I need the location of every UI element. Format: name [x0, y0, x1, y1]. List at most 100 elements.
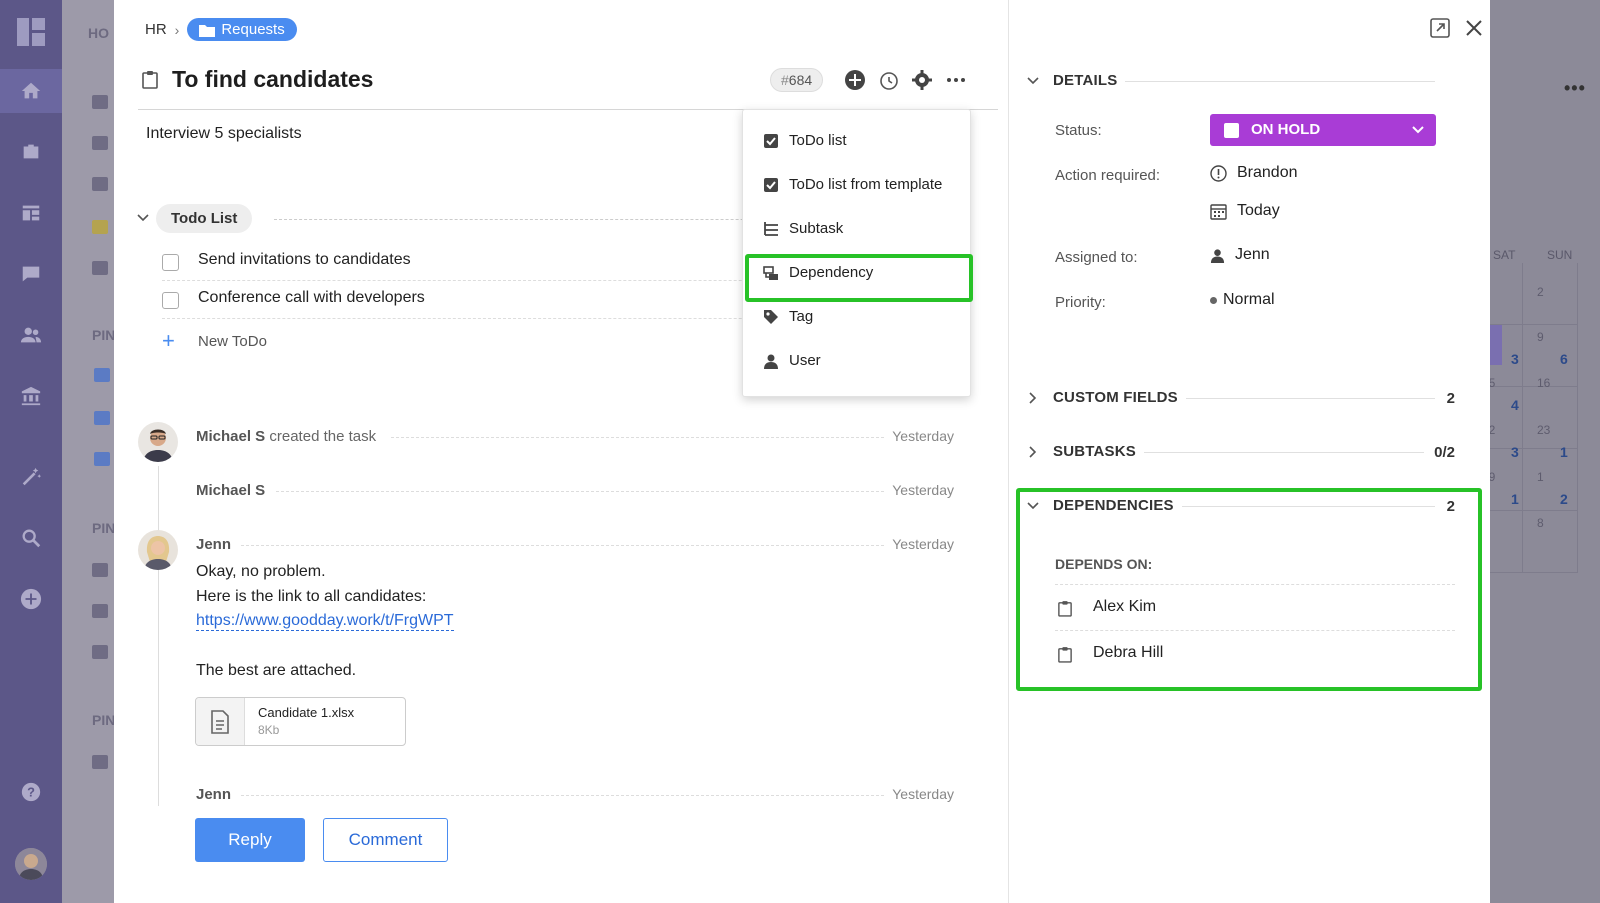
activity-author[interactable]: Jenn: [196, 786, 231, 803]
menu-item-todo-list[interactable]: ToDo list: [743, 119, 972, 163]
nav-home-icon[interactable]: [0, 69, 62, 113]
todo-text: Send invitations to candidates: [198, 251, 411, 268]
activity-entry: Michael S Yesterday: [196, 480, 954, 502]
todo-checkbox[interactable]: [162, 254, 179, 271]
divider: [276, 491, 954, 492]
chevron-down-icon[interactable]: [1027, 75, 1039, 87]
task-id-badge[interactable]: #684: [770, 68, 824, 92]
close-icon[interactable]: [1463, 17, 1485, 39]
assigned-user[interactable]: Jenn: [1210, 246, 1270, 264]
attachment-name: Candidate 1.xlsx: [258, 705, 355, 720]
breadcrumb-folder[interactable]: Requests: [187, 18, 297, 41]
avatar-michael[interactable]: [138, 422, 178, 462]
activity-author[interactable]: Jenn: [196, 536, 231, 553]
menu-item-label: ToDo list from template: [789, 176, 943, 193]
chevron-right-icon[interactable]: [1027, 446, 1039, 458]
chevron-down-icon[interactable]: [136, 211, 150, 225]
nav-chat-icon[interactable]: [0, 252, 62, 296]
priority-label: Priority:: [1055, 294, 1106, 311]
attachment-card[interactable]: Candidate 1.xlsx 8Kb: [195, 697, 406, 746]
priority-value-text: Normal: [1223, 291, 1275, 308]
breadcrumb-root[interactable]: HR: [145, 21, 167, 38]
bg-star-icon: [92, 220, 108, 234]
expand-icon[interactable]: [1429, 17, 1451, 39]
bg-label: PIN: [92, 327, 116, 343]
chevron-down-icon[interactable]: [1027, 500, 1039, 512]
dependency-item[interactable]: Alex Kim: [1055, 584, 1455, 629]
action-required-date[interactable]: Today: [1210, 202, 1280, 220]
action-required-user[interactable]: Brandon: [1210, 164, 1298, 182]
more-icon[interactable]: [944, 68, 968, 92]
nav-help-icon[interactable]: ?: [0, 770, 62, 814]
section-count: 0/2: [1424, 444, 1455, 461]
dependency-name: Debra Hill: [1093, 644, 1164, 661]
cal-cell: [1523, 511, 1578, 573]
cal-event-bar: [1490, 325, 1502, 365]
document-icon: [196, 698, 245, 745]
section-title: DEPENDENCIES: [1053, 497, 1182, 514]
cal-date: 23: [1537, 423, 1551, 437]
comment-button[interactable]: Comment: [323, 818, 448, 862]
menu-item-subtask[interactable]: Subtask: [743, 207, 972, 251]
section-custom-fields[interactable]: CUSTOM FIELDS 2: [1025, 387, 1455, 411]
bg-label: PIN: [92, 520, 116, 536]
add-menu: ToDo list ToDo list from template Subtas…: [742, 109, 971, 397]
task-description[interactable]: Interview 5 specialists: [146, 125, 302, 143]
bg-bell-icon: [92, 136, 108, 150]
avatar-jenn[interactable]: [138, 530, 178, 570]
task-title[interactable]: To find candidates: [172, 66, 373, 93]
section-subtasks[interactable]: SUBTASKS 0/2: [1025, 441, 1455, 465]
cal-cell: [1523, 325, 1578, 387]
message-text: Here is the link to all candidates:: [196, 588, 427, 605]
activity-date: Yesterday: [884, 786, 954, 802]
bg-folder-icon: [94, 411, 110, 425]
cal-date: 1: [1537, 470, 1544, 484]
menu-item-label: Subtask: [789, 220, 844, 237]
add-icon[interactable]: [843, 68, 867, 92]
nav-dashboard-icon[interactable]: [0, 191, 62, 235]
user-avatar[interactable]: [15, 848, 47, 880]
status-dropdown[interactable]: ON HOLD: [1210, 114, 1436, 146]
app-logo[interactable]: [17, 18, 45, 46]
bg-timer-icon: [92, 177, 108, 191]
section-details[interactable]: DETAILS: [1025, 70, 1455, 94]
task-id-prefix: #: [781, 72, 789, 88]
divider: [241, 795, 954, 796]
menu-item-todo-template[interactable]: ToDo list from template: [743, 163, 972, 207]
clipboard-icon: [1058, 601, 1072, 617]
cal-count: 3: [1511, 351, 1519, 367]
menu-item-user[interactable]: User: [743, 339, 972, 383]
menu-item-dependency[interactable]: Dependency: [743, 251, 972, 295]
message-link[interactable]: https://www.goodday.work/t/FrgWPT: [196, 612, 454, 631]
reply-button[interactable]: Reply: [195, 818, 305, 862]
cal-date: 2: [1537, 285, 1544, 299]
section-title: SUBTASKS: [1053, 443, 1144, 460]
todo-checkbox[interactable]: [162, 292, 179, 309]
nav-add-icon[interactable]: [0, 577, 62, 621]
action-required-label: Action required:: [1055, 167, 1161, 184]
cal-date: 8: [1537, 516, 1544, 530]
section-dependencies[interactable]: DEPENDENCIES 2: [1025, 495, 1455, 519]
cal-date: 9: [1537, 330, 1544, 344]
nav-search-icon[interactable]: [0, 516, 62, 560]
dependency-item[interactable]: Debra Hill: [1055, 630, 1455, 675]
bg-user-icon: [92, 563, 108, 577]
activity-author[interactable]: Michael S created the task: [196, 428, 376, 445]
menu-item-tag[interactable]: Tag: [743, 295, 972, 339]
timer-icon[interactable]: [877, 68, 901, 92]
nav-briefcase-icon[interactable]: [0, 130, 62, 174]
bg-check-icon: [92, 95, 108, 109]
nav-users-icon[interactable]: [0, 313, 62, 357]
chevron-right-icon[interactable]: [1027, 392, 1039, 404]
clipboard-icon: [142, 71, 158, 89]
gear-icon[interactable]: [910, 68, 934, 92]
activity-author[interactable]: Michael S: [196, 482, 265, 499]
priority-value[interactable]: Normal: [1210, 291, 1275, 309]
nav-bank-icon[interactable]: [0, 374, 62, 418]
cal-count: 1: [1511, 491, 1519, 507]
section-title: CUSTOM FIELDS: [1053, 389, 1186, 406]
cal-cell: [1523, 387, 1578, 449]
action-required-date-value: Today: [1237, 202, 1280, 219]
nav-magic-wand-icon[interactable]: [0, 455, 62, 499]
new-todo-label: New ToDo: [198, 333, 267, 350]
